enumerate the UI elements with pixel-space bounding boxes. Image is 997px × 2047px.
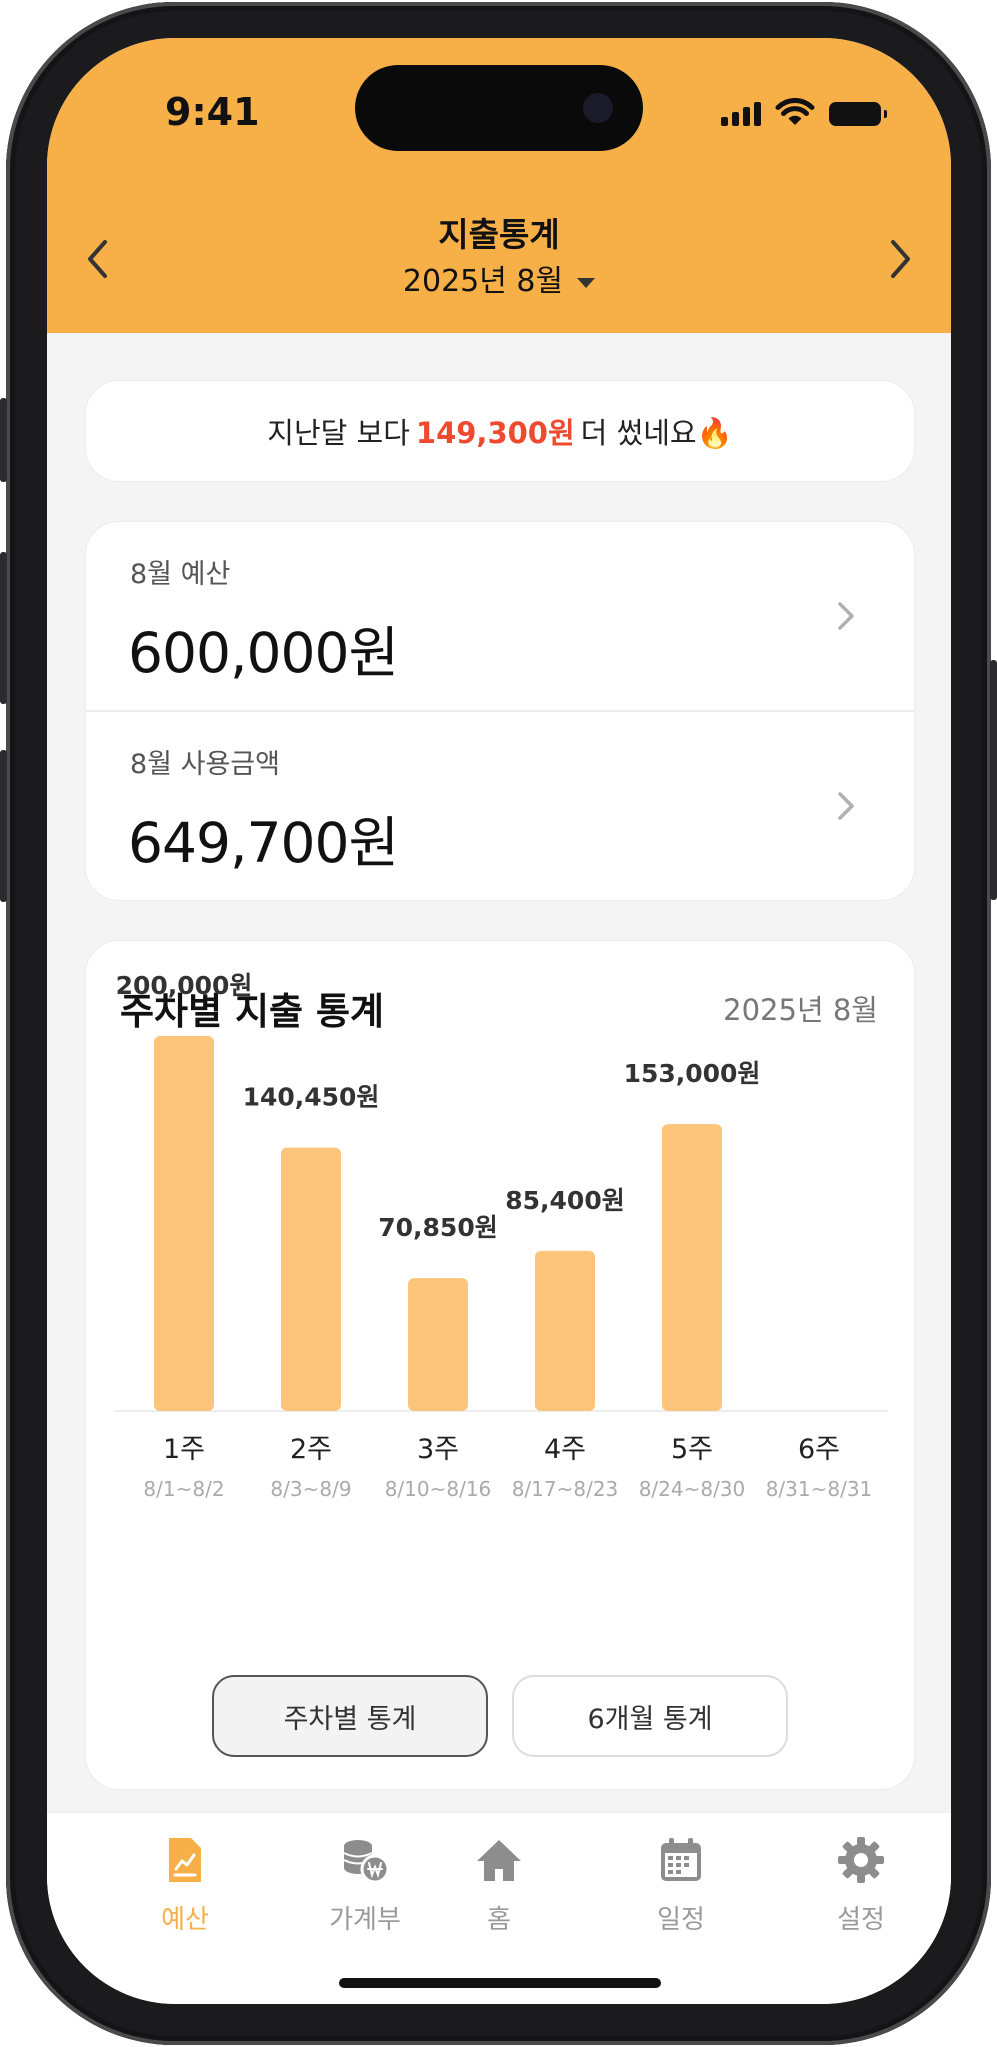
gear-icon: [838, 1837, 884, 1883]
six-month-stats-toggle[interactable]: 6개월 통계: [512, 1675, 788, 1757]
chevron-right-icon: [838, 792, 854, 820]
bar-value-label: 140,450원: [243, 1083, 380, 1112]
tab-schedule[interactable]: 일정: [611, 1835, 751, 1936]
bar-value-label: 200,000원: [116, 971, 253, 1000]
bar-value-label: 70,850원: [378, 1213, 497, 1242]
bar-value-label: 153,000원: [624, 1059, 761, 1088]
tab-bar: 예산 가계부 홈 일정 설정: [47, 1812, 951, 2004]
used-amount-row[interactable]: 8월 사용금액 649,700원: [86, 712, 914, 900]
tab-label: 가계부: [329, 1905, 401, 1935]
week-range-label: 8/1~8/2: [143, 1477, 224, 1501]
chevron-right-icon: [838, 602, 854, 630]
notice-suffix: 더 썼네요🔥: [580, 416, 733, 450]
notice-amount: 149,300원: [415, 416, 575, 450]
week-range-label: 8/10~8/16: [385, 1477, 492, 1501]
week-range-label: 8/3~8/9: [270, 1477, 351, 1501]
chart-bar: [662, 1124, 722, 1411]
coins-icon: [343, 1840, 390, 1884]
chart-bar: [408, 1278, 468, 1411]
tab-settings[interactable]: 설정: [791, 1835, 931, 1936]
status-time: 9:41: [165, 90, 260, 134]
week-label: 4주: [544, 1434, 586, 1465]
tab-home[interactable]: 홈: [429, 1835, 569, 1936]
month-label: 2025년 8월: [402, 264, 564, 299]
budget-card: 8월 예산 600,000원 8월 사용금액 649,700원: [85, 521, 915, 901]
status-icons: [721, 98, 887, 126]
week-range-label: 8/17~8/23: [512, 1477, 619, 1501]
budget-row[interactable]: 8월 예산 600,000원: [86, 522, 914, 712]
week-label: 3주: [417, 1434, 459, 1465]
week-label: 1주: [163, 1434, 205, 1465]
wifi-icon: [775, 98, 815, 125]
notice-prefix: 지난달 보다: [267, 416, 410, 450]
calendar-icon: [661, 1838, 701, 1881]
battery-icon: [829, 102, 887, 126]
action-button: [0, 398, 7, 482]
dynamic-island: [355, 65, 643, 151]
screen: 9:41 지출통계 2025년 8월 지난달 보다 149,300원 더 썼네요…: [47, 38, 951, 2004]
page-title: 지출통계: [438, 215, 560, 254]
bar-value-label: 85,400원: [505, 1186, 624, 1215]
week-label: 5주: [671, 1434, 713, 1465]
tab-ledger[interactable]: 가계부: [295, 1835, 435, 1936]
chart-bar: [281, 1147, 341, 1411]
camera-icon: [583, 93, 613, 123]
used-amount-label: 8월 사용금액: [130, 749, 280, 780]
tab-label: 홈: [487, 1905, 511, 1935]
tab-budget[interactable]: 예산: [115, 1835, 255, 1936]
week-range-label: 8/31~8/31: [766, 1477, 873, 1501]
next-month-button[interactable]: [881, 234, 921, 284]
power-button: [990, 660, 997, 900]
cellular-signal-icon: [721, 102, 761, 126]
chart-bar: [154, 1036, 214, 1411]
budget-value: 600,000원: [128, 621, 399, 685]
tab-label: 설정: [837, 1905, 885, 1935]
home-icon: [477, 1840, 521, 1881]
chevron-right-icon: [891, 240, 910, 278]
chart-bar: [535, 1250, 595, 1411]
weekly-stats-card: 주차별 지출 통계 2025년 8월 200,000원 1주 8/1~8/2 140,…: [85, 940, 915, 1790]
week-range-label: 8/24~8/30: [639, 1477, 746, 1501]
tab-label: 일정: [657, 1905, 705, 1935]
tab-label: 예산: [161, 1905, 209, 1935]
volume-down-button: [0, 750, 7, 902]
weekly-stats-toggle[interactable]: 주차별 통계: [212, 1675, 488, 1757]
spending-notice: 지난달 보다 149,300원 더 썼네요🔥: [85, 380, 915, 482]
week-label: 2주: [290, 1434, 332, 1465]
header: 9:41 지출통계 2025년 8월: [47, 38, 951, 333]
used-amount-value: 649,700원: [128, 811, 399, 875]
week-label: 6주: [798, 1434, 840, 1465]
weekly-spending-chart: 200,000원 1주 8/1~8/2 140,450원 2주 8/3~8/9 70,850…: [114, 971, 888, 1501]
home-indicator: [339, 1978, 661, 1988]
volume-up-button: [0, 552, 7, 704]
budget-icon: [169, 1838, 201, 1882]
month-selector[interactable]: 2025년 8월: [47, 256, 951, 300]
caret-down-icon: [577, 277, 596, 288]
budget-label: 8월 예산: [130, 559, 231, 590]
